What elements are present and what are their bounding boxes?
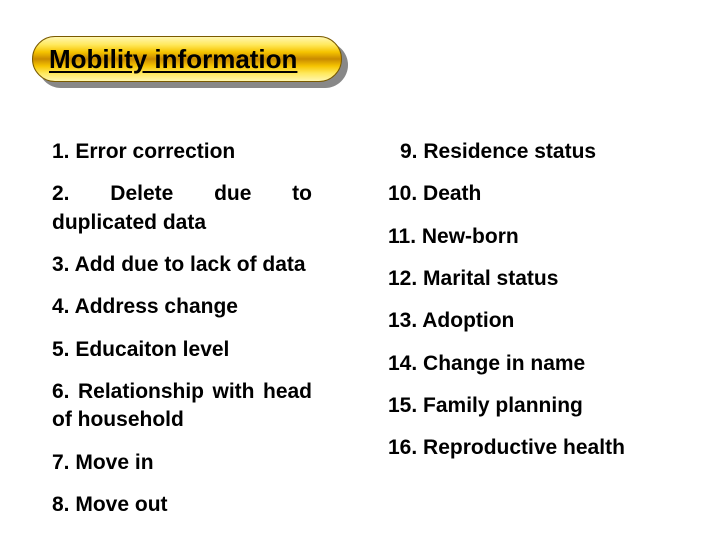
list-item: 6. Relationship with head of household [52, 378, 312, 435]
title-container: Mobility information [32, 36, 342, 82]
list-item: 12. Marital status [382, 265, 680, 293]
list-item: 16. Reproductive health [382, 434, 680, 462]
list-item: 3. Add due to lack of data [52, 251, 312, 279]
list-item: 15. Family planning [382, 392, 680, 420]
list-item: 2. Delete due to duplicated data [52, 180, 312, 237]
list-item: 1. Error correction [52, 138, 312, 166]
content-area: 1. Error correction 2. Delete due to dup… [52, 138, 680, 533]
title-pill: Mobility information [32, 36, 342, 82]
list-item: 10. Death [382, 180, 680, 208]
list-item: 7. Move in [52, 449, 312, 477]
left-column: 1. Error correction 2. Delete due to dup… [52, 138, 312, 533]
list-item: 8. Move out [52, 491, 312, 519]
list-item: 14. Change in name [382, 350, 680, 378]
list-item: 5. Educaiton level [52, 336, 312, 364]
list-item: 4. Address change [52, 293, 312, 321]
list-item: 11. New-born [382, 223, 680, 251]
right-column: 9. Residence status 10. Death 11. New-bo… [382, 138, 680, 533]
list-item: 13. Adoption [382, 307, 680, 335]
page-title: Mobility information [49, 44, 297, 75]
list-item: 9. Residence status [382, 138, 680, 166]
